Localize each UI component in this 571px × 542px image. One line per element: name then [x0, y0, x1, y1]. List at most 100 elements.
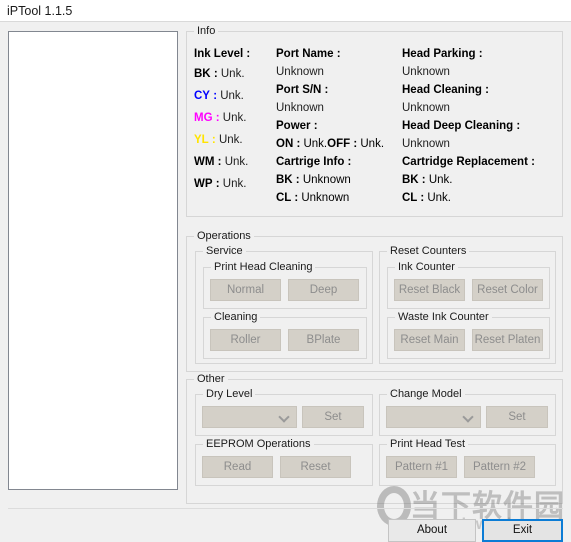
operations-group-label: Operations	[194, 230, 254, 242]
cleaning-group: Cleaning Roller BPlate	[203, 311, 367, 359]
ink-counter-label: Ink Counter	[395, 261, 458, 273]
exit-button[interactable]: Exit	[482, 519, 563, 542]
cr-bk-value: Unk.	[428, 174, 453, 186]
change-model-group: Change Model Set	[379, 388, 556, 436]
cleaning-group-label: Cleaning	[211, 311, 261, 323]
power-off-label: OFF :	[327, 138, 358, 150]
ink-row-bk: BK : Unk.	[194, 63, 274, 85]
cartridge-bk-row: BK : Unknown	[276, 171, 394, 189]
cartridge-cl-value: Unknown	[301, 192, 350, 204]
dry-level-combobox[interactable]	[202, 406, 297, 428]
reset-platen-button[interactable]: Reset Platen	[472, 329, 543, 351]
cartridge-bk-label: BK :	[276, 174, 300, 186]
pattern-1-button[interactable]: Pattern #1	[386, 456, 457, 478]
ink-sep-cy: :	[213, 90, 218, 102]
power-off-value: Unk.	[360, 138, 385, 150]
ink-value-wp: Unk.	[222, 178, 247, 190]
chevron-down-icon	[464, 413, 473, 422]
ink-code-cy: CY	[194, 90, 210, 102]
ink-row-wp: WP : Unk.	[194, 173, 274, 195]
ink-level-heading: Ink Level :	[194, 48, 251, 60]
head-cleaning-label: Head Cleaning :	[402, 84, 489, 96]
ink-sep-mg: :	[215, 112, 220, 124]
ink-level-column: Ink Level : BK : Unk. CY : Unk. MG : Unk…	[194, 45, 274, 195]
normal-clean-button[interactable]: Normal	[210, 279, 281, 301]
port-sn-label: Port S/N :	[276, 84, 329, 96]
cartridge-cl-row: CL : Unknown	[276, 189, 394, 207]
ink-sep-wp: :	[215, 178, 220, 190]
dry-level-set-button[interactable]: Set	[302, 406, 364, 428]
print-head-test-label: Print Head Test	[387, 438, 469, 450]
ink-sep-yl: :	[211, 134, 216, 146]
ink-row-cy: CY : Unk.	[194, 85, 274, 107]
waste-ink-counter-label: Waste Ink Counter	[395, 311, 492, 323]
cartridge-cl-label: CL :	[276, 192, 299, 204]
port-name-label: Port Name :	[276, 48, 341, 60]
port-name-value: Unknown	[276, 66, 324, 78]
print-head-cleaning-label: Print Head Cleaning	[211, 261, 316, 273]
reset-counters-group: Reset Counters Ink Counter Reset Black R…	[379, 245, 556, 364]
log-output-panel[interactable]	[8, 31, 178, 490]
head-deep-cleaning-label: Head Deep Cleaning :	[402, 120, 521, 132]
other-group: Other Dry Level Set EEPROM Operations Re…	[186, 373, 563, 504]
ink-value-bk: Unk.	[220, 68, 245, 80]
cartridge-replacement-cl-row: CL : Unk.	[402, 189, 562, 207]
head-deep-cleaning-value: Unknown	[402, 138, 450, 150]
roller-clean-button[interactable]: Roller	[210, 329, 281, 351]
window-title: iPTool 1.1.5	[7, 4, 73, 18]
power-values-row: ON : Unk.OFF : Unk.	[276, 135, 394, 153]
ink-code-mg: MG	[194, 112, 213, 124]
ink-code-wp: WP	[194, 178, 213, 190]
power-label: Power :	[276, 120, 318, 132]
cartridge-info-label: Cartrige Info :	[276, 156, 352, 168]
ink-value-yl: Unk.	[218, 134, 243, 146]
cartridge-replacement-bk-row: BK : Unk.	[402, 171, 562, 189]
service-group: Service Print Head Cleaning Normal Deep …	[195, 245, 373, 364]
service-group-label: Service	[203, 245, 246, 257]
port-power-column: Port Name : Unknown Port S/N : Unknown P…	[276, 45, 394, 207]
ink-code-yl: YL	[194, 134, 209, 146]
deep-clean-button[interactable]: Deep	[288, 279, 359, 301]
cr-cl-value: Unk.	[427, 192, 452, 204]
print-head-test-group: Print Head Test Pattern #1 Pattern #2	[379, 438, 556, 486]
cartridge-replacement-label: Cartridge Replacement :	[402, 156, 535, 168]
pattern-2-button[interactable]: Pattern #2	[464, 456, 535, 478]
dry-level-group: Dry Level Set	[195, 388, 373, 436]
ink-value-mg: Unk.	[222, 112, 247, 124]
eeprom-operations-group: EEPROM Operations Read Reset	[195, 438, 373, 486]
ink-row-wm: WM : Unk.	[194, 151, 274, 173]
dry-level-label: Dry Level	[203, 388, 256, 400]
ink-counter-group: Ink Counter Reset Black Reset Color	[387, 261, 550, 309]
reset-counters-group-label: Reset Counters	[387, 245, 470, 257]
head-status-column: Head Parking : Unknown Head Cleaning : U…	[402, 45, 562, 207]
window-client-area: Info Ink Level : BK : Unk. CY : Unk. MG …	[0, 22, 571, 542]
waste-ink-counter-group: Waste Ink Counter Reset Main Reset Plate…	[387, 311, 550, 359]
ink-row-yl: YL : Unk.	[194, 129, 274, 151]
change-model-combobox[interactable]	[386, 406, 481, 428]
reset-color-button[interactable]: Reset Color	[472, 279, 543, 301]
cr-cl-label: CL :	[402, 192, 425, 204]
reset-black-button[interactable]: Reset Black	[394, 279, 465, 301]
cartridge-bk-value: Unknown	[302, 174, 351, 186]
head-parking-value: Unknown	[402, 66, 450, 78]
about-button[interactable]: About	[388, 519, 476, 542]
ink-code-wm: WM	[194, 156, 215, 168]
eeprom-reset-button[interactable]: Reset	[280, 456, 351, 478]
other-group-label: Other	[194, 373, 228, 385]
reset-main-button[interactable]: Reset Main	[394, 329, 465, 351]
chevron-down-icon	[280, 413, 289, 422]
change-model-set-button[interactable]: Set	[486, 406, 548, 428]
info-group-label: Info	[194, 25, 219, 37]
operations-group: Operations Service Print Head Cleaning N…	[186, 230, 563, 372]
change-model-label: Change Model	[387, 388, 465, 400]
head-cleaning-value: Unknown	[402, 102, 450, 114]
bplate-clean-button[interactable]: BPlate	[288, 329, 359, 351]
ink-value-wm: Unk.	[224, 156, 249, 168]
ink-code-bk: BK	[194, 68, 211, 80]
port-sn-value: Unknown	[276, 102, 324, 114]
eeprom-operations-label: EEPROM Operations	[203, 438, 314, 450]
eeprom-read-button[interactable]: Read	[202, 456, 273, 478]
footer-separator	[8, 508, 563, 509]
ink-value-cy: Unk.	[220, 90, 244, 102]
head-parking-label: Head Parking :	[402, 48, 483, 60]
